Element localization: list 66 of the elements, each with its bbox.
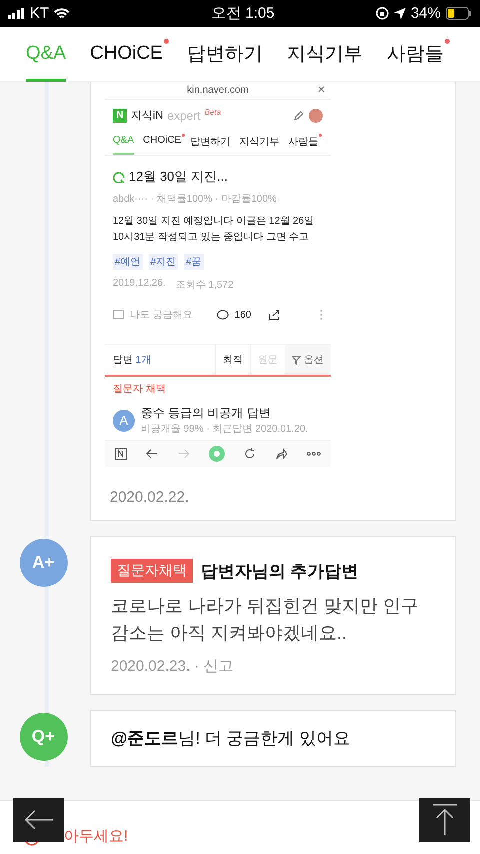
answer-title: 답변자님의 추가답변 (201, 560, 359, 582)
avatar[interactable] (309, 108, 323, 122)
answer-title[interactable]: 중수 등급의 비공개 답변 (141, 405, 308, 422)
q-icon (113, 171, 125, 183)
wifi-icon (54, 8, 70, 20)
reload-icon[interactable] (244, 448, 256, 460)
follow-up-text: @준도르님! 더 궁금한게 있어요 (111, 728, 352, 750)
nav-tab[interactable]: 답변하기 (190, 131, 230, 155)
pencil-icon[interactable] (293, 110, 305, 122)
nav-tab[interactable]: CHOiCE (143, 131, 182, 155)
scroll-top-icon (432, 804, 458, 836)
nav-tab[interactable]: 답변하기 (186, 26, 263, 82)
more-icon[interactable] (307, 452, 322, 456)
avatar-badge: Q+ (20, 713, 68, 761)
scroll-top-button[interactable] (419, 798, 470, 842)
tag[interactable]: #지진 (148, 254, 178, 270)
rotation-lock-icon (376, 7, 389, 20)
n-box-icon[interactable] (114, 448, 127, 460)
circle-dot-icon[interactable] (208, 446, 225, 462)
avatar-badge: A+ (20, 539, 68, 587)
back-button[interactable] (13, 798, 64, 842)
back-icon[interactable] (146, 449, 158, 459)
question-box-icon (113, 310, 124, 320)
nav-tab[interactable]: 지식기부 (239, 131, 280, 155)
post-date: 2019.12.26. (113, 278, 166, 291)
answers-count: 1개 (136, 355, 152, 366)
comment-count[interactable]: 160 (234, 310, 252, 320)
nav-tab[interactable]: 지식기부 (286, 26, 363, 82)
beta-label: Beta (204, 108, 222, 117)
carrier-name: KT (30, 5, 50, 22)
nav-tab[interactable]: 사람들 (386, 26, 444, 82)
chosen-label: 질문자 채택 (112, 383, 167, 397)
location-icon (394, 8, 406, 20)
clock-time: 오전 1:05 (211, 4, 275, 23)
post-date: 2020.02.22. (110, 489, 190, 506)
nav-tab[interactable]: CHOiCE (90, 26, 163, 82)
tag[interactable]: #예언 (113, 254, 143, 270)
filter-icon (292, 356, 301, 364)
view-count: 조회수 1,572 (176, 279, 234, 292)
answer-avatar: A (113, 410, 135, 432)
close-icon[interactable] (318, 86, 325, 93)
chosen-badge: 질문자채택 (111, 559, 193, 583)
question-title: 12월 30일 지진... (129, 168, 228, 186)
battery-percent: 34% (410, 5, 441, 22)
separator-dot: · (194, 658, 200, 675)
nav-tab[interactable]: 사람들 (288, 131, 318, 155)
notice-text[interactable]: 아두세요! (64, 827, 128, 846)
answer-meta: 비공개율 99% · 최근답변 2020.01.20. (141, 423, 308, 436)
share-icon[interactable] (276, 448, 288, 460)
expert-label: expert (167, 108, 201, 122)
battery-icon (446, 7, 472, 20)
filter-button[interactable]: 옵션 (285, 345, 331, 375)
answers-label: 답변 (113, 355, 133, 366)
url-text: kin.naver.com (187, 85, 249, 96)
back-icon (24, 810, 54, 830)
brand-name: 지식iN (131, 109, 164, 123)
comment-icon (216, 310, 229, 320)
author-meta: abdk···· · 채택률100% · 마감률100% (112, 193, 278, 207)
logo-mark: N (113, 108, 127, 122)
question-body: 12월 30일 지진 예정입니다 이글은 12월 26일 10시31분 작성되고 있는 중입니다 그면 수고 (112, 215, 316, 245)
signal-icon (8, 8, 25, 19)
answer-date: 2020.02.23. (111, 658, 190, 675)
answer-text: 코로나로 나라가 뒤집힌건 맞지만 인구 감소는 아직 지켜봐야겠네요.. (111, 595, 420, 645)
sort-tab[interactable]: 최적 (215, 345, 250, 375)
share-icon[interactable] (269, 309, 282, 321)
tag[interactable]: #꿈 (184, 254, 204, 270)
